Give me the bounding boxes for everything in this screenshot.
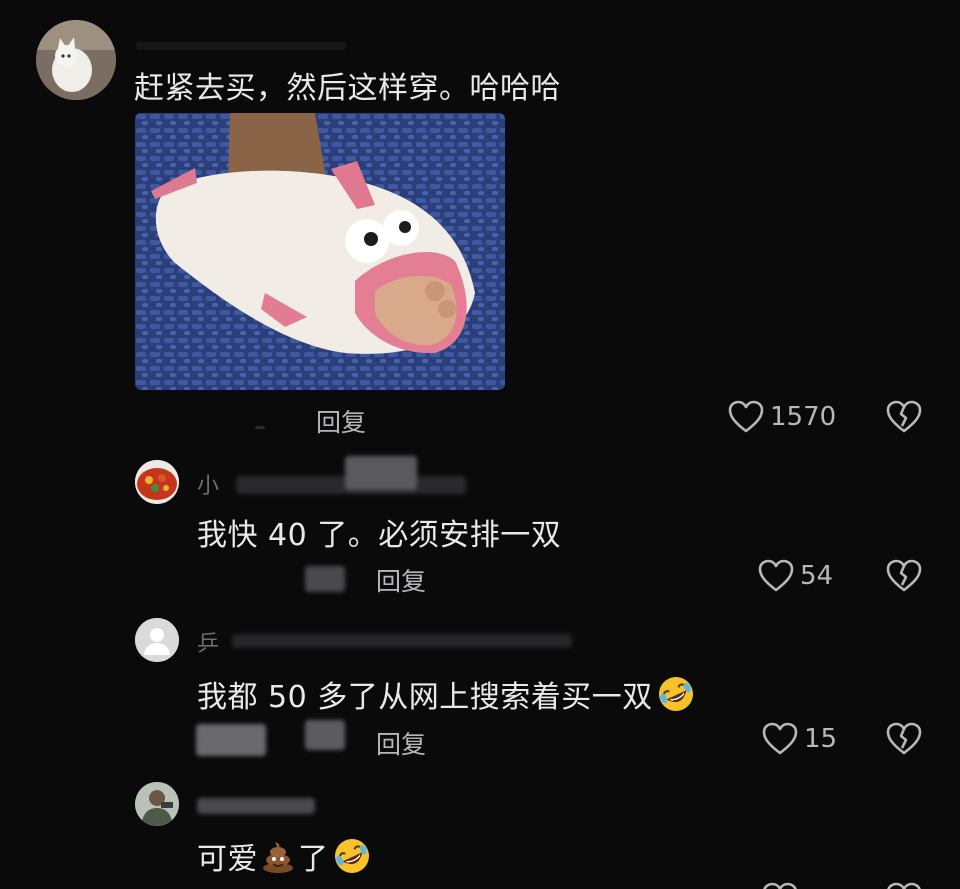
username[interactable]: 小 bbox=[197, 468, 219, 500]
comment-text: 可爱 了 bbox=[197, 834, 371, 878]
avatar[interactable] bbox=[135, 782, 179, 826]
dislike-button[interactable] bbox=[886, 722, 922, 756]
like-count: 15 bbox=[804, 724, 838, 754]
rolling-laughing-emoji bbox=[657, 675, 695, 713]
reply-button[interactable]: 回复 bbox=[376, 725, 426, 761]
poop-emoji bbox=[260, 838, 296, 874]
username-redacted bbox=[197, 798, 315, 814]
broken-heart-icon bbox=[886, 559, 922, 592]
avatar[interactable] bbox=[135, 460, 179, 504]
cat-avatar-image bbox=[36, 20, 116, 100]
username-redacted bbox=[345, 456, 417, 490]
timestamp-redacted bbox=[305, 566, 345, 592]
rolling-laughing-emoji bbox=[333, 837, 371, 875]
timestamp-redacted bbox=[305, 720, 345, 750]
like-count: 54 bbox=[800, 561, 834, 591]
heart-outline-icon bbox=[762, 722, 798, 755]
avatar[interactable] bbox=[135, 618, 179, 662]
heart-outline-icon bbox=[758, 559, 794, 592]
timestamp-redacted bbox=[255, 426, 265, 429]
username-redacted bbox=[136, 42, 346, 50]
heart-outline-icon bbox=[763, 882, 797, 889]
heart-outline-icon bbox=[728, 400, 764, 433]
comment-text-tail: 了 bbox=[298, 842, 329, 877]
comment-text-body: 可爱 bbox=[197, 842, 258, 877]
like-button[interactable]: 15 bbox=[762, 722, 837, 756]
reply-button[interactable]: 回复 bbox=[376, 562, 426, 598]
like-count: 1570 bbox=[770, 402, 837, 432]
like-button[interactable]: 1570 bbox=[728, 400, 836, 434]
comment-text-body: 我都 50 多了从网上搜索着买一双 bbox=[197, 680, 653, 715]
food-avatar-image bbox=[135, 460, 179, 504]
default-user-icon bbox=[135, 618, 179, 662]
broken-heart-icon bbox=[886, 722, 922, 755]
broken-heart-icon bbox=[886, 400, 922, 433]
dislike-button[interactable] bbox=[886, 559, 922, 593]
username-redacted bbox=[232, 634, 572, 648]
comment-text: 我都 50 多了从网上搜索着买一双 bbox=[197, 672, 695, 716]
comment-text: 我快 40 了。必须安排一双 bbox=[197, 518, 562, 553]
broken-heart-icon bbox=[887, 882, 921, 889]
dislike-button[interactable] bbox=[886, 882, 922, 889]
like-button[interactable] bbox=[762, 882, 798, 889]
dislike-button[interactable] bbox=[886, 400, 922, 434]
person-avatar-image bbox=[135, 782, 179, 826]
timestamp-redacted bbox=[196, 724, 266, 756]
like-button[interactable]: 54 bbox=[758, 559, 833, 593]
username[interactable]: 乒 bbox=[197, 626, 219, 658]
comment-image[interactable] bbox=[135, 113, 505, 390]
reply-button[interactable]: 回复 bbox=[316, 403, 366, 439]
fish-slipper-photo bbox=[135, 113, 505, 390]
comment-text: 赶紧去买，然后这样穿。哈哈哈 bbox=[134, 71, 561, 106]
avatar[interactable] bbox=[36, 20, 116, 100]
